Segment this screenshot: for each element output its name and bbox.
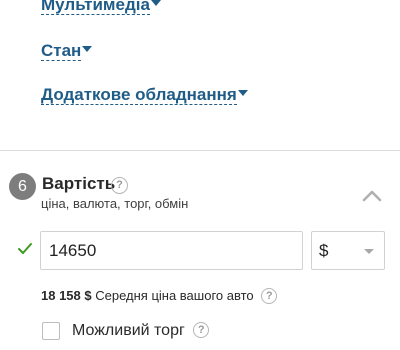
help-icon[interactable]: ?: [193, 321, 210, 338]
average-price-row: 18 158 $ Середня ціна вашого авто ?: [41, 287, 278, 304]
price-input[interactable]: [40, 231, 303, 270]
section-title: Вартість: [42, 174, 116, 193]
currency-value: $: [319, 241, 329, 260]
state-label: Стан: [41, 41, 82, 61]
currency-select[interactable]: $: [311, 231, 385, 270]
section-subtitle: ціна, валюта, торг, обмін: [41, 196, 189, 211]
extra-equipment-toggle[interactable]: Додаткове обладнання: [41, 85, 248, 105]
multimedia-label: Мультимедіа: [41, 0, 150, 15]
average-price-label: Середня ціна вашого авто: [95, 288, 254, 303]
caret-down-icon: [364, 249, 374, 254]
bargain-label: Можливий торг: [72, 322, 185, 339]
caret-down-icon: [237, 90, 248, 96]
multimedia-toggle[interactable]: Мультимедіа: [41, 0, 161, 15]
state-toggle[interactable]: Стан: [41, 41, 93, 61]
section-divider: [0, 150, 400, 151]
chevron-up-icon[interactable]: [362, 188, 382, 202]
check-icon: [18, 243, 32, 254]
caret-down-icon: [150, 0, 161, 6]
extra-equipment-label: Додаткове обладнання: [41, 85, 237, 105]
step-number-badge: 6: [9, 173, 36, 200]
bargain-label-row[interactable]: Можливий торг ?: [72, 321, 210, 340]
caret-down-icon: [82, 46, 93, 52]
help-icon[interactable]: ?: [261, 287, 278, 304]
help-icon[interactable]: ?: [111, 177, 128, 194]
average-price-amount: 18 158 $: [41, 288, 92, 303]
bargain-checkbox[interactable]: [42, 322, 60, 340]
